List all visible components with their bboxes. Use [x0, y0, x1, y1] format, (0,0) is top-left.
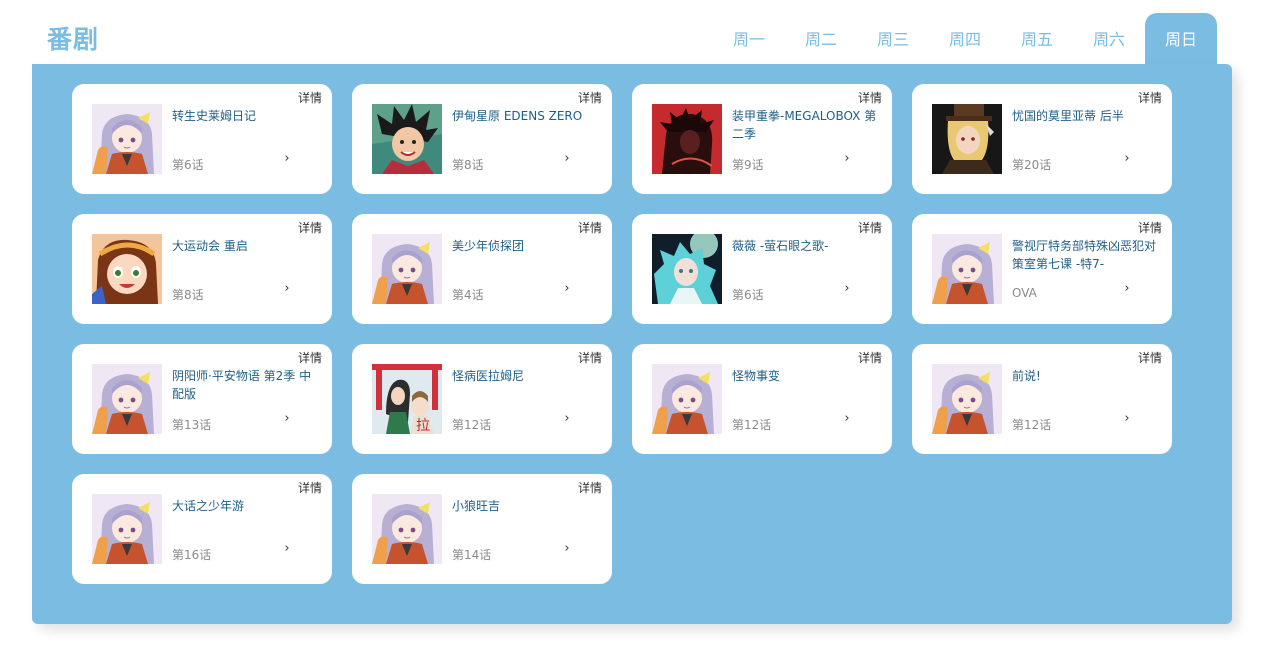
- anime-title[interactable]: 警视厅特务部特殊凶恶犯对策室第七课 -特7-: [1012, 237, 1160, 273]
- episode-label: 第12话: [732, 418, 772, 432]
- chevron-right-icon[interactable]: ›: [1120, 282, 1134, 296]
- detail-link[interactable]: 详情: [858, 89, 882, 106]
- anime-title[interactable]: 薇薇 -萤石眼之歌-: [732, 237, 880, 255]
- chevron-right-icon[interactable]: ›: [1120, 152, 1134, 166]
- episode-label: 第20话: [1012, 158, 1052, 172]
- detail-link[interactable]: 详情: [578, 219, 602, 236]
- anime-card[interactable]: 详情 怪物事变 第12话 ›: [632, 344, 892, 454]
- chevron-right-icon[interactable]: ›: [560, 282, 574, 296]
- cover-image[interactable]: [932, 364, 1002, 434]
- detail-link[interactable]: 详情: [578, 89, 602, 106]
- anime-title[interactable]: 前说!: [1012, 367, 1160, 385]
- cover-image[interactable]: [932, 234, 1002, 304]
- anime-title[interactable]: 美少年侦探团: [452, 237, 600, 255]
- tab-tuesday[interactable]: 周二: [785, 13, 857, 64]
- tab-saturday[interactable]: 周六: [1073, 13, 1145, 64]
- cover-image[interactable]: [92, 364, 162, 434]
- tab-friday[interactable]: 周五: [1001, 13, 1073, 64]
- cover-image[interactable]: 拉: [372, 364, 442, 434]
- chevron-right-icon[interactable]: ›: [840, 412, 854, 426]
- tab-wednesday[interactable]: 周三: [857, 13, 929, 64]
- episode-label: 第8话: [172, 288, 204, 302]
- chevron-right-icon[interactable]: ›: [840, 282, 854, 296]
- chevron-right-icon[interactable]: ›: [560, 152, 574, 166]
- anime-title[interactable]: 伊甸星原 EDENS ZERO: [452, 107, 600, 125]
- anime-card[interactable]: 详情 小狼旺吉 第14话 ›: [352, 474, 612, 584]
- episode-label: 第16话: [172, 548, 212, 562]
- anime-title[interactable]: 小狼旺吉: [452, 497, 600, 515]
- chevron-right-icon[interactable]: ›: [560, 542, 574, 556]
- anime-card[interactable]: 详情 美少年侦探团 第4话 ›: [352, 214, 612, 324]
- cover-image[interactable]: [372, 494, 442, 564]
- detail-link[interactable]: 详情: [298, 89, 322, 106]
- detail-link[interactable]: 详情: [578, 349, 602, 366]
- anime-card[interactable]: 详情 阴阳师·平安物语 第2季 中配版 第13话 ›: [72, 344, 332, 454]
- chevron-right-icon[interactable]: ›: [280, 412, 294, 426]
- anime-card[interactable]: 详情 前说! 第12话 ›: [912, 344, 1172, 454]
- anime-card[interactable]: 详情 伊甸星原 EDENS ZERO 第8话 ›: [352, 84, 612, 194]
- anime-card[interactable]: 详情 警视厅特务部特殊凶恶犯对策室第七课 -特7- OVA ›: [912, 214, 1172, 324]
- cover-image[interactable]: [932, 104, 1002, 174]
- detail-link[interactable]: 详情: [1138, 89, 1162, 106]
- anime-title[interactable]: 转生史莱姆日记: [172, 107, 320, 125]
- episode-label: 第14话: [452, 548, 492, 562]
- episode-label: 第4话: [452, 288, 484, 302]
- chevron-right-icon[interactable]: ›: [560, 412, 574, 426]
- anime-title[interactable]: 装甲重拳-MEGALOBOX 第二季: [732, 107, 880, 143]
- anime-title[interactable]: 阴阳师·平安物语 第2季 中配版: [172, 367, 320, 403]
- cover-image[interactable]: [652, 104, 722, 174]
- episode-label: OVA: [1012, 286, 1037, 300]
- schedule-panel: 详情 转生史莱姆日记 第6话 › 详情 伊甸星原 EDENS ZERO 第8话 …: [32, 64, 1232, 624]
- chevron-right-icon[interactable]: ›: [1120, 412, 1134, 426]
- anime-card[interactable]: 详情 装甲重拳-MEGALOBOX 第二季 第9话 ›: [632, 84, 892, 194]
- anime-card[interactable]: 详情 薇薇 -萤石眼之歌- 第6话 ›: [632, 214, 892, 324]
- weekday-tabs: 周一 周二 周三 周四 周五 周六 周日: [713, 13, 1217, 64]
- chevron-right-icon[interactable]: ›: [280, 542, 294, 556]
- anime-card[interactable]: 详情 转生史莱姆日记 第6话 ›: [72, 84, 332, 194]
- anime-card[interactable]: 详情 大运动会 重启 第8话 ›: [72, 214, 332, 324]
- episode-label: 第6话: [172, 158, 204, 172]
- chevron-right-icon[interactable]: ›: [840, 152, 854, 166]
- anime-card[interactable]: 详情 忧国的莫里亚蒂 后半 第20话 ›: [912, 84, 1172, 194]
- cover-image[interactable]: [372, 104, 442, 174]
- detail-link[interactable]: 详情: [298, 349, 322, 366]
- chevron-right-icon[interactable]: ›: [280, 152, 294, 166]
- anime-card-grid: 详情 转生史莱姆日记 第6话 › 详情 伊甸星原 EDENS ZERO 第8话 …: [72, 84, 1172, 584]
- episode-label: 第13话: [172, 418, 212, 432]
- episode-label: 第8话: [452, 158, 484, 172]
- cover-image[interactable]: [652, 364, 722, 434]
- cover-image[interactable]: [372, 234, 442, 304]
- anime-title[interactable]: 怪物事变: [732, 367, 880, 385]
- tab-thursday[interactable]: 周四: [929, 13, 1001, 64]
- episode-label: 第12话: [1012, 418, 1052, 432]
- detail-link[interactable]: 详情: [298, 219, 322, 236]
- detail-link[interactable]: 详情: [578, 479, 602, 496]
- detail-link[interactable]: 详情: [1138, 349, 1162, 366]
- anime-card[interactable]: 详情 拉 怪病医拉姆尼 第12话 ›: [352, 344, 612, 454]
- detail-link[interactable]: 详情: [858, 349, 882, 366]
- episode-label: 第12话: [452, 418, 492, 432]
- cover-image[interactable]: [92, 104, 162, 174]
- anime-title[interactable]: 忧国的莫里亚蒂 后半: [1012, 107, 1160, 125]
- anime-title[interactable]: 怪病医拉姆尼: [452, 367, 600, 385]
- anime-title[interactable]: 大话之少年游: [172, 497, 320, 515]
- detail-link[interactable]: 详情: [298, 479, 322, 496]
- cover-image[interactable]: [92, 234, 162, 304]
- tab-monday[interactable]: 周一: [713, 13, 785, 64]
- detail-link[interactable]: 详情: [1138, 219, 1162, 236]
- anime-title[interactable]: 大运动会 重启: [172, 237, 320, 255]
- svg-text:拉: 拉: [416, 418, 430, 434]
- episode-label: 第6话: [732, 288, 764, 302]
- page-title: 番剧: [47, 25, 100, 54]
- chevron-right-icon[interactable]: ›: [280, 282, 294, 296]
- cover-image[interactable]: [652, 234, 722, 304]
- cover-image[interactable]: [92, 494, 162, 564]
- episode-label: 第9话: [732, 158, 764, 172]
- anime-card[interactable]: 详情 大话之少年游 第16话 ›: [72, 474, 332, 584]
- tab-sunday[interactable]: 周日: [1145, 13, 1217, 64]
- detail-link[interactable]: 详情: [858, 219, 882, 236]
